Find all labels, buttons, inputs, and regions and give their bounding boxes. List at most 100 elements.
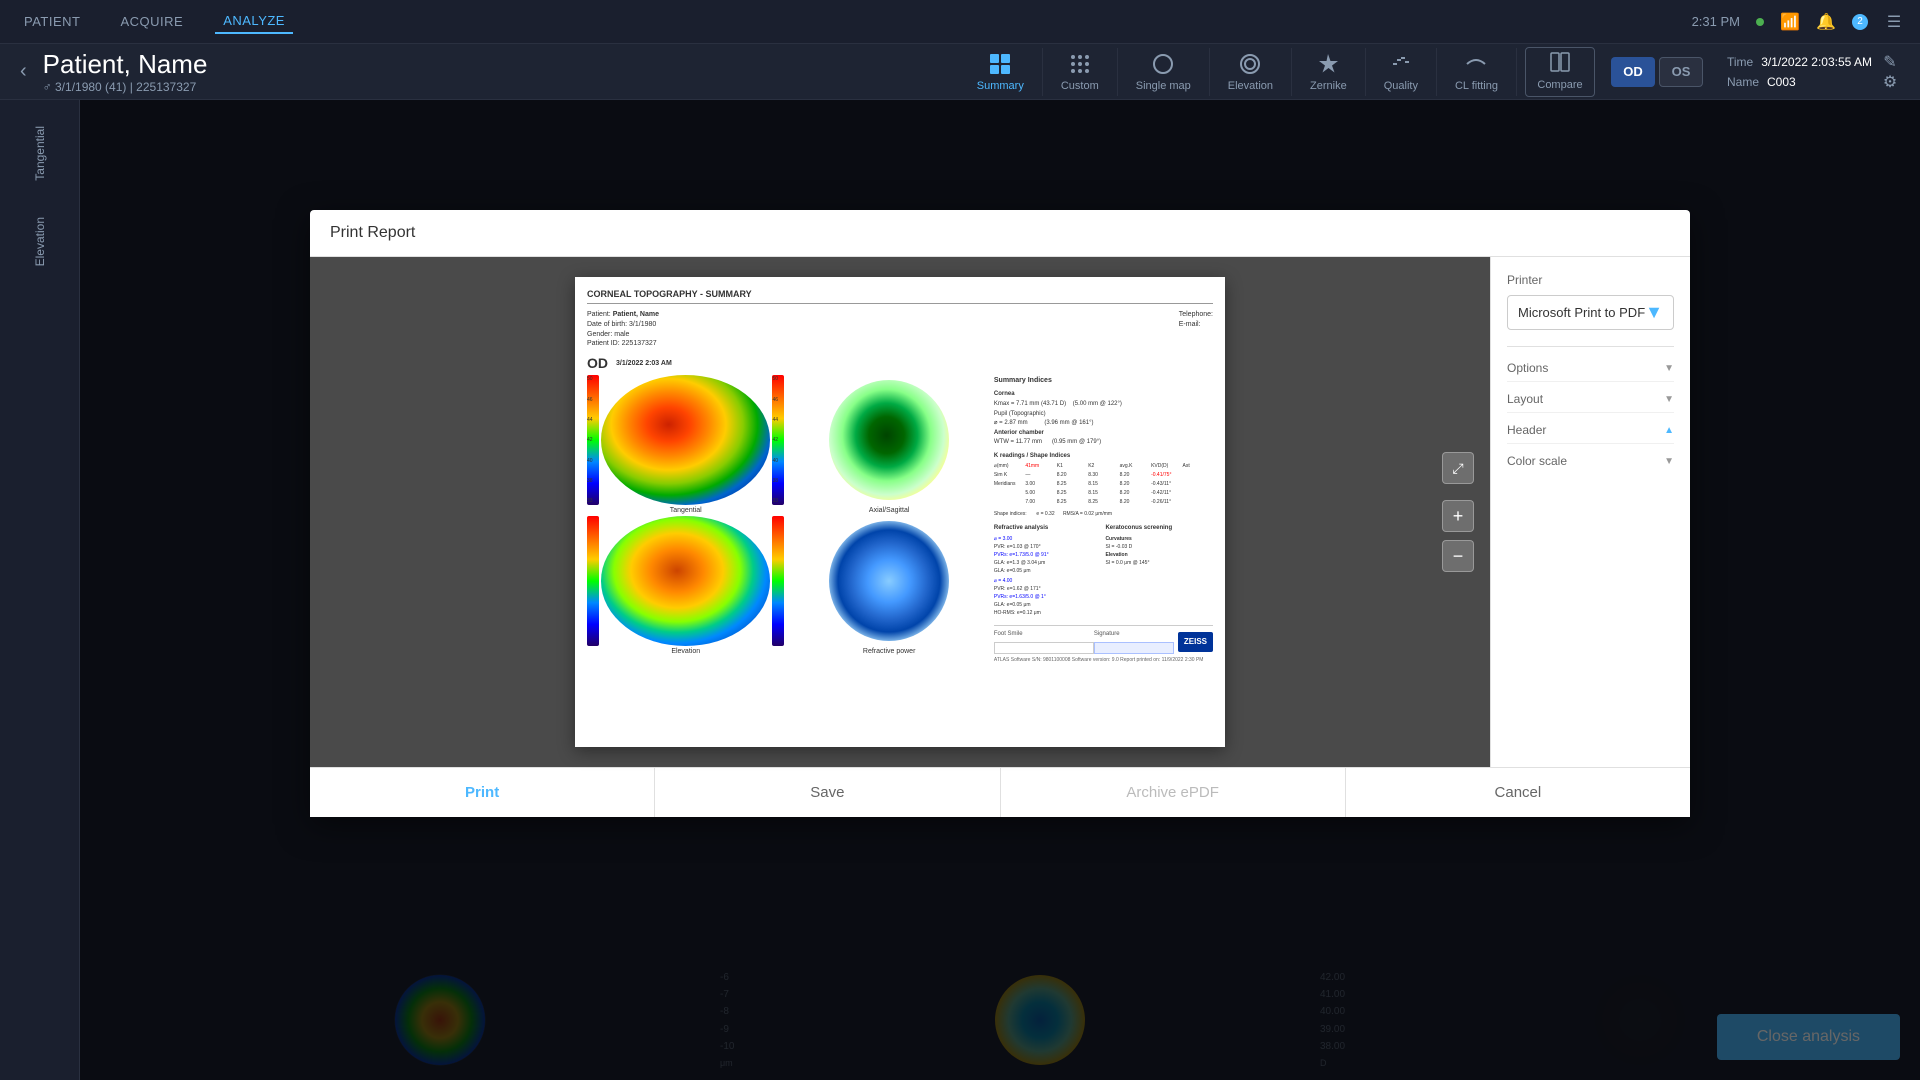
zernike-label: Zernike — [1310, 80, 1347, 92]
modal-body: CORNEAL TOPOGRAPHY - SUMMARY Patient: Pa… — [310, 257, 1690, 767]
print-preview-area: CORNEAL TOPOGRAPHY - SUMMARY Patient: Pa… — [310, 257, 1490, 767]
summary-indices-section: Summary Indices Cornea Kmax = 7.71 mm (4… — [994, 375, 1213, 675]
patient-right-info: Telephone: E-mail: — [1179, 310, 1213, 349]
axial-map-circle — [829, 380, 949, 500]
zeiss-logo: ZEISS — [1178, 632, 1213, 653]
elevation-scale-right — [772, 516, 784, 646]
menu-icon[interactable]: ☰ — [1884, 12, 1904, 32]
refractive-label-text: Refractive power — [790, 648, 987, 655]
toolbar-custom[interactable]: Custom — [1043, 48, 1118, 96]
quality-label: Quality — [1384, 80, 1418, 92]
notification-badge: 2 — [1852, 14, 1868, 30]
scan-info: Time 3/1/2022 2:03:55 AM Name C003 — [1727, 55, 1872, 89]
modal-title: Print Report — [330, 224, 415, 242]
top-navigation: PATIENT ACQUIRE ANALYZE 2:31 PM 📶 🔔 2 ☰ — [0, 0, 1920, 44]
elevation-label: Elevation — [1228, 80, 1273, 92]
zernike-icon — [1316, 52, 1340, 76]
report-header: CORNEAL TOPOGRAPHY - SUMMARY — [587, 289, 1213, 304]
elevation-map-circle — [601, 516, 770, 646]
tangential-label: Tangential — [29, 118, 51, 189]
compare-button[interactable]: Compare — [1525, 47, 1595, 97]
modal-footer: Print Save Archive ePDF Cancel — [310, 767, 1690, 817]
toolbar-cl-fitting[interactable]: CL fitting — [1437, 48, 1517, 96]
toolbar-elevation[interactable]: Elevation — [1210, 48, 1292, 96]
status-indicator — [1756, 18, 1764, 26]
elevation-label: Elevation — [29, 209, 51, 274]
compare-label: Compare — [1537, 79, 1582, 91]
accordion-item-3[interactable]: Header ▲ — [1507, 417, 1674, 444]
nav-analyze[interactable]: ANALYZE — [215, 9, 293, 34]
zoom-controls: ⤢ + − — [1442, 452, 1474, 572]
elevation-label-text: Elevation — [587, 648, 784, 655]
main-layout: Tangential Elevation — [0, 100, 1920, 1080]
print-button[interactable]: Print — [310, 768, 655, 817]
custom-label: Custom — [1061, 80, 1099, 92]
tangential-scale: 50464442403833 — [587, 375, 599, 505]
elevation-scale-left — [587, 516, 599, 646]
toolbar-single-map[interactable]: Single map — [1118, 48, 1210, 96]
cancel-button[interactable]: Cancel — [1346, 768, 1690, 817]
patient-left-info: Patient: Patient, Name Date of birth: 3/… — [587, 310, 659, 349]
refractive-map-circle — [829, 521, 949, 641]
edit-icon[interactable]: ✎ — [1880, 52, 1900, 72]
chevron-down-icon: ▼ — [1645, 302, 1663, 323]
sidebar-item-elevation[interactable]: Elevation — [0, 199, 79, 284]
printer-label: Printer — [1507, 273, 1674, 287]
bell-icon[interactable]: 🔔 — [1816, 12, 1836, 32]
atlas-footer: ATLAS Software S/N: 9801100008 Software … — [994, 656, 1213, 664]
settings-icon[interactable]: ⚙ — [1880, 72, 1900, 92]
time-label: Time — [1727, 55, 1753, 69]
compare-icon — [1550, 52, 1570, 75]
printer-options-panel: Printer Microsoft Print to PDF ▼ Options… — [1490, 257, 1690, 767]
cl-fitting-icon — [1464, 52, 1488, 76]
patient-info: ♂ 3/1/1980 (41) | 225137327 — [43, 80, 240, 94]
sub-header: ‹ Patient, Name ♂ 3/1/1980 (41) | 225137… — [0, 44, 1920, 100]
zoom-in-button[interactable]: + — [1442, 500, 1474, 532]
back-button[interactable]: ‹ — [20, 60, 27, 83]
clock-display: 2:31 PM — [1692, 14, 1740, 29]
custom-icon — [1068, 52, 1092, 76]
nav-acquire[interactable]: ACQUIRE — [112, 10, 191, 33]
elevation-icon — [1238, 52, 1262, 76]
report-od-label: OD 3/1/2022 2:03 AM — [587, 355, 1213, 371]
tangential-map-circle — [601, 375, 770, 505]
accordion-item-1[interactable]: Options ▼ — [1507, 355, 1674, 382]
nav-right-section: 2:31 PM 📶 🔔 2 ☰ — [1692, 12, 1904, 32]
name-label: Name — [1727, 75, 1759, 89]
printer-section: Printer Microsoft Print to PDF ▼ — [1507, 273, 1674, 330]
fullscreen-button[interactable]: ⤢ — [1442, 452, 1474, 484]
summary-icon — [988, 52, 1012, 76]
report-page: CORNEAL TOPOGRAPHY - SUMMARY Patient: Pa… — [575, 277, 1225, 747]
od-button[interactable]: OD — [1611, 57, 1655, 87]
sidebar-item-tangential[interactable]: Tangential — [0, 108, 79, 199]
printer-select[interactable]: Microsoft Print to PDF ▼ — [1507, 295, 1674, 330]
quality-icon — [1389, 52, 1413, 76]
tangential-label-text: Tangential — [587, 507, 784, 514]
accordion-item-2[interactable]: Layout ▼ — [1507, 386, 1674, 413]
print-report-modal: Print Report CORNEAL TOPOGRAPHY - SUMMAR… — [310, 210, 1690, 817]
toolbar-summary[interactable]: Summary — [959, 48, 1043, 96]
zoom-out-button[interactable]: − — [1442, 540, 1474, 572]
left-sidebar: Tangential Elevation — [0, 100, 80, 1080]
axial-label-text: Axial/Sagittal — [790, 507, 987, 514]
od-os-group: OD OS — [1611, 57, 1703, 87]
tangential-map-section: 50464442403833 50464442403833 Tangential — [587, 375, 784, 675]
os-button[interactable]: OS — [1659, 57, 1703, 87]
modal-header: Print Report — [310, 210, 1690, 257]
accordion-item-4[interactable]: Color scale ▼ — [1507, 448, 1674, 474]
save-button[interactable]: Save — [655, 768, 1000, 817]
report-patient-info: Patient: Patient, Name Date of birth: 3/… — [587, 310, 1213, 349]
nav-patient[interactable]: PATIENT — [16, 10, 88, 33]
axial-map-section: Axial/Sagittal Refractive power — [790, 375, 987, 675]
wifi-icon[interactable]: 📶 — [1780, 12, 1800, 32]
toolbar-quality[interactable]: Quality — [1366, 48, 1437, 96]
printer-value: Microsoft Print to PDF — [1518, 305, 1645, 320]
summary-label: Summary — [977, 80, 1024, 92]
archive-epdf-button[interactable]: Archive ePDF — [1001, 768, 1346, 817]
single-map-icon — [1151, 52, 1175, 76]
patient-name: Patient, Name — [43, 49, 208, 80]
modal-overlay: Print Report CORNEAL TOPOGRAPHY - SUMMAR… — [80, 100, 1920, 1080]
toolbar-zernike[interactable]: Zernike — [1292, 48, 1366, 96]
time-value: 3/1/2022 2:03:55 AM — [1761, 55, 1872, 69]
main-content: -6-7-8-9-10 μm 42.0 — [80, 100, 1920, 1080]
